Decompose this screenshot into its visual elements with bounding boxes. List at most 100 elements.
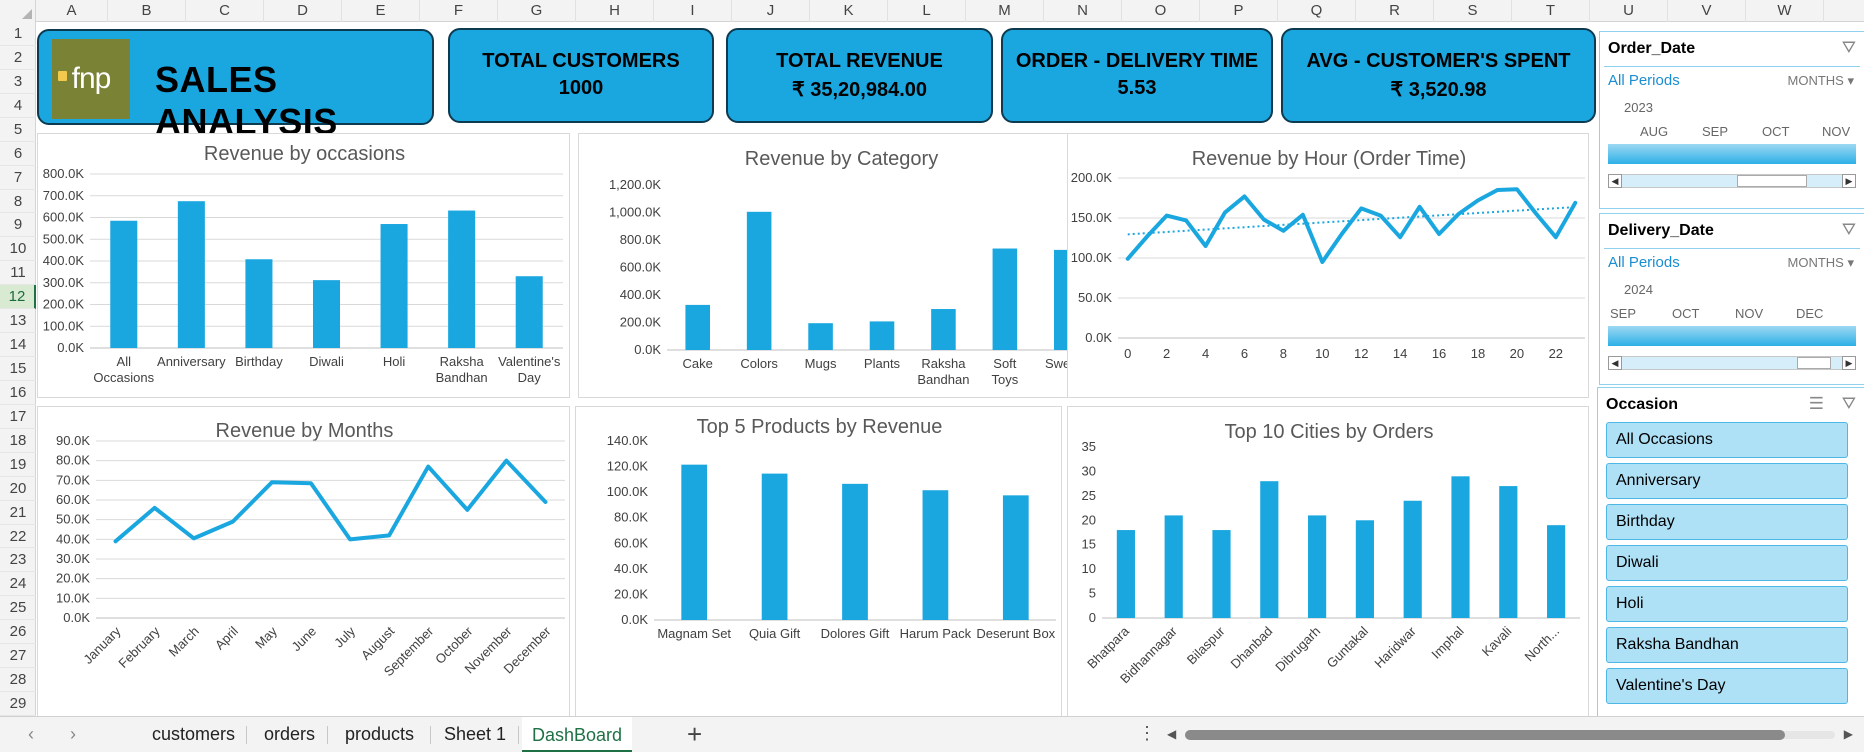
row-header-20[interactable]: 20 (0, 477, 36, 501)
chart-top-5-products[interactable]: Top 5 Products by Revenue 0.0K 20.0K 40.0K 6… (575, 406, 1062, 718)
slicer-item-valentines-day[interactable]: Valentine's Day (1606, 668, 1848, 704)
row-header-5[interactable]: 5 (0, 118, 36, 142)
row-header-13[interactable]: 13 (0, 309, 36, 334)
column-header-p[interactable]: P (1200, 0, 1278, 22)
column-header-h[interactable]: H (576, 0, 654, 22)
column-header-n[interactable]: N (1044, 0, 1122, 22)
column-header-f[interactable]: F (420, 0, 498, 22)
chart-revenue-by-category[interactable]: Revenue by Category 0.0K 200.0K 400.0K 600.0… (578, 133, 1103, 398)
slicer-item-anniversary[interactable]: Anniversary (1606, 463, 1848, 499)
column-header-i[interactable]: I (654, 0, 732, 22)
scroll-right-icon[interactable]: ▶ (1842, 174, 1856, 188)
tab-orders[interactable]: orders (264, 724, 315, 745)
row-header-25[interactable]: 25 (0, 596, 36, 621)
row-header-27[interactable]: 27 (0, 644, 36, 669)
row-header-10[interactable]: 10 (0, 237, 36, 262)
column-header-r[interactable]: R (1356, 0, 1434, 22)
row-header-23[interactable]: 23 (0, 548, 36, 573)
column-header-c[interactable]: C (186, 0, 264, 22)
scroll-thumb[interactable] (1185, 730, 1785, 740)
scroll-left-icon[interactable]: ◀ (1167, 727, 1176, 741)
all-periods-link[interactable]: All Periods (1608, 72, 1680, 89)
column-header-s[interactable]: S (1434, 0, 1512, 22)
row-header-7[interactable]: 7 (0, 166, 36, 190)
kpi-total-customers[interactable]: TOTAL CUSTOMERS 1000 (448, 28, 714, 123)
row-header-22[interactable]: 22 (0, 525, 36, 549)
column-header-w[interactable]: W (1746, 0, 1824, 22)
row-header-6[interactable]: 6 (0, 142, 36, 166)
kpi-total-revenue[interactable]: TOTAL REVENUE ₹ 35,20,984.00 (726, 28, 993, 123)
horizontal-scrollbar[interactable]: ◀ ▶ (1165, 725, 1855, 745)
row-header-26[interactable]: 26 (0, 620, 36, 645)
row-header-28[interactable]: 28 (0, 668, 36, 693)
row-header-21[interactable]: 21 (0, 501, 36, 525)
kpi-avg-spent[interactable]: AVG - CUSTOMER'S SPENT ₹ 3,520.98 (1281, 28, 1596, 123)
row-header-17[interactable]: 17 (0, 405, 36, 429)
slicer-item-raksha-bandhan[interactable]: Raksha Bandhan (1606, 627, 1848, 663)
tab-sheet-1[interactable]: Sheet 1 (444, 724, 506, 745)
slicer-item-diwali[interactable]: Diwali (1606, 545, 1848, 581)
column-header-d[interactable]: D (264, 0, 342, 22)
slicer-delivery-date[interactable]: Delivery_Date ⛛ All Periods MONTHS ▾ 202… (1599, 213, 1864, 385)
scroll-thumb[interactable] (1737, 175, 1807, 187)
kpi-delivery-time[interactable]: ORDER - DELIVERY TIME 5.53 (1001, 28, 1273, 123)
row-header-14[interactable]: 14 (0, 333, 36, 358)
clear-filter-icon[interactable]: ⛛ (1842, 220, 1856, 240)
chart-revenue-by-months[interactable]: Revenue by Months 0.0K 10.0K 20.0K 30.0K 40.0… (37, 406, 570, 718)
add-sheet-icon[interactable]: + (687, 719, 702, 750)
scroll-left-icon[interactable]: ◀ (1608, 356, 1622, 370)
row-header-16[interactable]: 16 (0, 381, 36, 405)
row-header-29[interactable]: 29 (0, 692, 36, 716)
scroll-right-icon[interactable]: ▶ (1844, 727, 1853, 741)
row-header-24[interactable]: 24 (0, 572, 36, 597)
column-header-j[interactable]: J (732, 0, 810, 22)
timeline-scrollbar[interactable]: ◀ ▶ (1608, 356, 1856, 370)
time-level-dropdown[interactable]: MONTHS ▾ (1788, 73, 1855, 89)
more-options-icon[interactable]: ⋮ (1138, 723, 1156, 744)
slicer-item-holi[interactable]: Holi (1606, 586, 1848, 622)
chart-revenue-by-hour[interactable]: Revenue by Hour (Order Time) 0.0K 50.0K 100… (1067, 133, 1589, 398)
column-header-e[interactable]: E (342, 0, 420, 22)
multi-select-icon[interactable]: ☰ (1809, 394, 1824, 414)
clear-filter-icon[interactable]: ⛛ (1842, 38, 1856, 58)
row-header-8[interactable]: 8 (0, 190, 36, 214)
column-header-m[interactable]: M (966, 0, 1044, 22)
column-header-o[interactable]: O (1122, 0, 1200, 22)
slicer-occasion[interactable]: Occasion ☰ ⛛ All Occasions Anniversary B… (1597, 387, 1864, 717)
column-header-a[interactable]: A (36, 0, 108, 22)
column-header-k[interactable]: K (810, 0, 888, 22)
chart-revenue-by-occasions[interactable]: Revenue by occasions 0.0K 100.0K 200.0K 300.… (37, 133, 570, 398)
timeline-scrollbar[interactable]: ◀ ▶ (1608, 174, 1856, 188)
timeline-selection-bar[interactable] (1608, 144, 1856, 164)
slicer-item-birthday[interactable]: Birthday (1606, 504, 1848, 540)
slicer-order-date[interactable]: Order_Date ⛛ All Periods MONTHS ▾ 2023 A… (1599, 31, 1864, 209)
column-header-b[interactable]: B (108, 0, 186, 22)
slicer-item-all-occasions[interactable]: All Occasions (1606, 422, 1848, 458)
scroll-left-icon[interactable]: ◀ (1608, 174, 1622, 188)
row-header-18[interactable]: 18 (0, 429, 36, 453)
tab-products[interactable]: products (345, 724, 414, 745)
column-header-l[interactable]: L (888, 0, 966, 22)
scroll-thumb[interactable] (1797, 357, 1831, 369)
row-header-9[interactable]: 9 (0, 213, 36, 238)
column-header-u[interactable]: U (1590, 0, 1668, 22)
scroll-right-icon[interactable]: ▶ (1842, 356, 1856, 370)
chevron-right-icon[interactable]: › (70, 724, 76, 745)
tab-customers[interactable]: customers (152, 724, 235, 745)
clear-filter-icon[interactable]: ⛛ (1842, 394, 1856, 414)
row-header-15[interactable]: 15 (0, 357, 36, 381)
row-header-4[interactable]: 4 (0, 94, 36, 118)
timeline-selection-bar[interactable] (1608, 326, 1856, 346)
column-header-v[interactable]: V (1668, 0, 1746, 22)
row-header-2[interactable]: 2 (0, 46, 36, 70)
time-level-dropdown[interactable]: MONTHS ▾ (1788, 255, 1855, 271)
tab-dashboard[interactable]: DashBoard (522, 717, 633, 752)
column-header-g[interactable]: G (498, 0, 576, 22)
column-header-q[interactable]: Q (1278, 0, 1356, 22)
chevron-left-icon[interactable]: ‹ (28, 724, 34, 745)
all-periods-link[interactable]: All Periods (1608, 254, 1680, 271)
select-all-corner[interactable] (0, 0, 36, 22)
row-header-12[interactable]: 12 (0, 285, 36, 310)
column-header-t[interactable]: T (1512, 0, 1590, 22)
row-header-11[interactable]: 11 (0, 261, 36, 286)
